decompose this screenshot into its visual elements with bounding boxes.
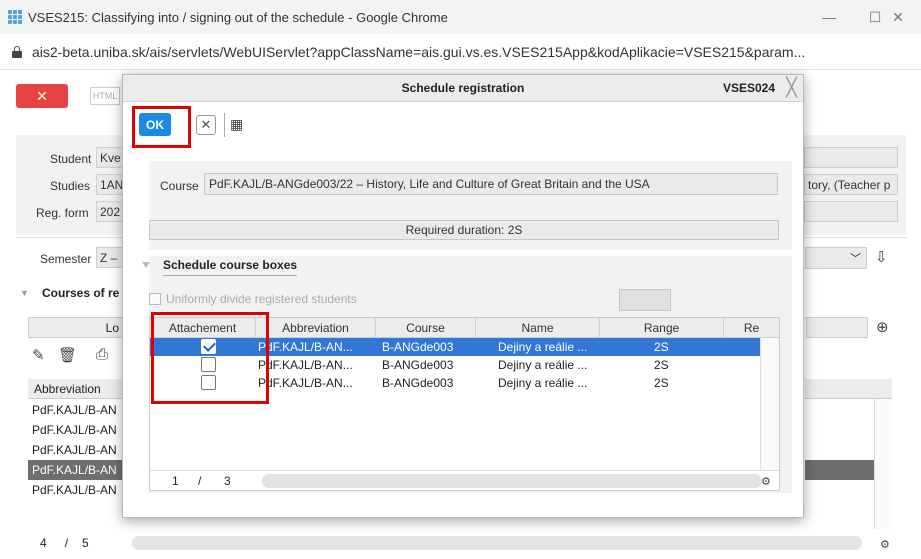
collapse-arrow-icon[interactable]: ▼ [20,288,29,298]
cell-range: 2S [654,376,669,390]
checkbox-icon [149,293,161,305]
table-row[interactable]: PdF.KAJL/B-AN [28,400,122,420]
pager-total: 5 [82,536,89,550]
column-header-range[interactable]: Range [600,318,724,337]
regform-field-right [804,201,898,222]
edit-icon[interactable]: ✎ [32,346,45,364]
pager-current: 1 [172,474,179,488]
horizontal-scrollbar[interactable] [262,474,762,488]
column-header-name[interactable]: Name [476,318,600,337]
table-pager: 1 / 3 ⚙ [150,470,779,490]
close-window-button[interactable]: ✕ [875,0,921,34]
cell-name: Dejiny a reálie ... [498,376,588,390]
table-row[interactable]: PdF.KAJL/B-AN [28,420,122,440]
address-bar[interactable]: ais2-beta.uniba.sk/ais/servlets/WebUISer… [0,34,921,70]
column-header-abbreviation[interactable]: Abbreviation [256,318,376,337]
trash-icon[interactable]: 🗑 [58,346,77,364]
lock-icon [12,45,22,58]
cell-name: Dejiny a reálie ... [498,340,588,354]
close-app-button[interactable]: ✕ [16,84,68,108]
semester-dropdown[interactable]: ﹀ [805,247,867,269]
html-button[interactable]: HTML [90,87,120,105]
toolbar-separator [224,113,225,137]
column-header-right [806,317,868,338]
table-header-abbreviation[interactable]: Abbreviation [28,379,128,399]
student-field-right [804,147,898,168]
zoom-in-icon[interactable]: ⊕ [876,318,889,336]
minimize-button[interactable]: — [806,0,852,34]
studies-field-right: tory, (Teacher p [804,174,898,195]
uniform-divide-checkbox[interactable]: Uniformly divide registered students [149,292,357,306]
chevron-down-icon: ﹀ [850,253,861,265]
cell-abbreviation: PdF.KAJL/B-AN... [258,376,353,390]
browser-titlebar: VSES215: Classifying into / signing out … [0,0,921,34]
pager-separator: / [198,474,202,488]
cell-abbreviation: PdF.KAJL/B-AN... [258,358,353,372]
table-row[interactable]: PdF.KAJL/B-AN [28,440,122,460]
gear-icon[interactable]: ⚙ [880,538,890,551]
dialog-code: VSES024 [722,81,775,95]
cell-course: B-ANGde003 [382,358,454,372]
section-separator [149,250,792,256]
course-field: PdF.KAJL/B-ANGde003/22 – History, Life a… [204,173,778,195]
structure-icon[interactable]: ▦ [230,116,243,133]
cell-range: 2S [654,358,669,372]
schedule-registration-dialog: Schedule registration VSES024 ╳ OK ✕ ▦ C… [122,74,804,518]
close-icon: ✕ [200,117,212,132]
horizontal-scrollbar[interactable] [132,536,862,550]
table-row-selected[interactable]: PdF.KAJL/B-AN [28,460,122,480]
dialog-titlebar: Schedule registration VSES024 ╳ [123,75,803,102]
ok-button[interactable]: OK [139,113,171,136]
gear-icon[interactable]: ⚙ [761,475,771,488]
cell-range: 2S [654,340,669,354]
collapse-arrow-icon[interactable] [142,262,150,268]
cancel-button[interactable]: ✕ [196,115,216,135]
uniform-divide-label: Uniformly divide registered students [166,292,357,306]
table-row[interactable]: PdF.KAJL/B-AN [28,480,122,500]
pager-separator: / [64,536,69,550]
semester-label: Semester [40,252,92,266]
courses-section-title: Courses of re [42,286,120,300]
cell-course: B-ANGde003 [382,376,454,390]
dialog-close-icon[interactable]: ╳ [786,78,797,96]
regform-label: Reg. form [36,206,89,220]
schedule-boxes-section-title: Schedule course boxes [163,258,298,276]
studies-label: Studies [50,179,91,193]
vertical-scrollbar[interactable] [760,338,779,470]
cell-course: B-ANGde003 [382,340,454,354]
vertical-scrollbar[interactable] [874,399,892,529]
required-duration: Required duration: 2S [149,220,779,240]
cell-abbreviation: PdF.KAJL/B-AN... [258,340,353,354]
table-header-right [805,379,892,399]
column-header-re[interactable]: Re [724,318,779,337]
arrow-down-icon[interactable]: ⇩ [875,248,888,266]
url-text[interactable]: ais2-beta.uniba.sk/ais/servlets/WebUISer… [32,44,805,60]
cell-name: Dejiny a reálie ... [498,358,588,372]
dialog-title: Schedule registration [401,81,525,95]
divide-count-field [619,289,671,311]
pager-total: 3 [224,474,231,488]
column-header-course[interactable]: Course [376,318,476,337]
column-header-left: Lo [28,317,124,338]
pager-current: 4 [40,536,47,550]
student-label: Student [50,152,92,166]
window-title: VSES215: Classifying into / signing out … [28,9,448,25]
highlight-frame-attachement [151,312,269,404]
print-icon[interactable]: ⎙ [96,346,108,363]
app-icon [8,10,22,24]
course-label: Course [160,179,199,193]
